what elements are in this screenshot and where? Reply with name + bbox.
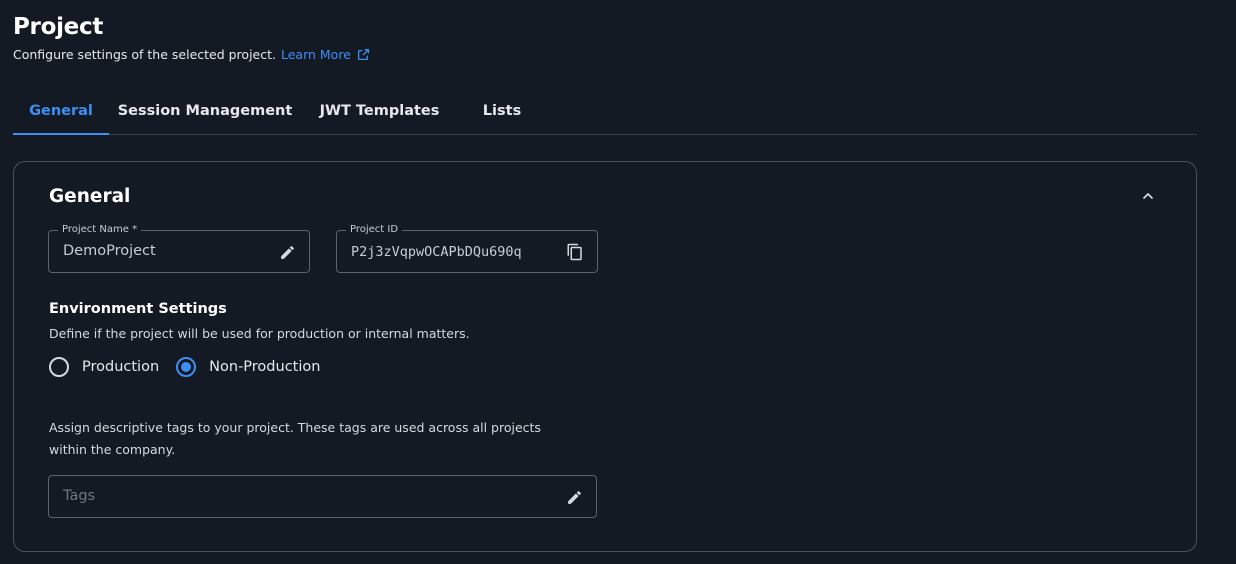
radio-non-production[interactable]: Non-Production <box>176 357 320 377</box>
subtitle-text: Configure settings of the selected proje… <box>13 47 276 62</box>
radio-production-control[interactable] <box>49 357 69 377</box>
general-settings-card: General Project Name * DemoProject Proje… <box>13 161 1197 552</box>
project-settings-page: Project Configure settings of the select… <box>0 0 1236 564</box>
project-id-label: Project ID <box>346 224 403 236</box>
card-title: General <box>49 186 131 207</box>
tags-field[interactable]: Tags <box>48 475 597 518</box>
learn-more-link[interactable]: Learn More <box>281 47 370 62</box>
project-name-label: Project Name * <box>58 224 142 236</box>
learn-more-label: Learn More <box>280 47 351 62</box>
project-name-field[interactable]: Project Name * DemoProject <box>48 224 310 273</box>
environment-settings-description: Define if the project will be used for p… <box>49 326 470 341</box>
edit-tags-button[interactable] <box>564 487 584 507</box>
project-name-value: DemoProject <box>63 243 156 259</box>
radio-production-label: Production <box>82 359 160 375</box>
tab-jwt-templates[interactable]: JWT Templates <box>301 88 458 134</box>
environment-settings-title: Environment Settings <box>49 301 227 317</box>
pencil-icon <box>567 490 581 504</box>
radio-non-production-control[interactable] <box>176 357 197 377</box>
tab-lists[interactable]: Lists <box>458 88 546 134</box>
settings-tabs: General Session Management JWT Templates… <box>13 88 1197 135</box>
pencil-icon <box>280 245 294 259</box>
external-link-icon <box>357 48 369 61</box>
tab-session-management[interactable]: Session Management <box>109 88 301 134</box>
radio-non-production-label: Non-Production <box>209 359 321 375</box>
radio-production[interactable]: Production <box>49 357 159 377</box>
copy-icon <box>567 243 582 261</box>
project-id-value: P2j3zVqpwOCAPbDQu690q <box>351 244 522 260</box>
chevron-up-icon <box>1143 193 1153 199</box>
project-id-field[interactable]: Project ID P2j3zVqpwOCAPbDQu690q <box>336 224 598 273</box>
collapse-button[interactable] <box>1138 186 1158 206</box>
page-title: Project <box>13 14 104 40</box>
environment-radio-group: Production Non-Production <box>49 357 337 377</box>
tab-general[interactable]: General <box>13 88 109 135</box>
tags-description: Assign descriptive tags to your project.… <box>49 420 541 457</box>
copy-project-id-button[interactable] <box>565 242 585 262</box>
page-subtitle: Configure settings of the selected proje… <box>13 47 370 62</box>
edit-project-name-button[interactable] <box>277 242 297 262</box>
tags-placeholder: Tags <box>63 488 96 504</box>
